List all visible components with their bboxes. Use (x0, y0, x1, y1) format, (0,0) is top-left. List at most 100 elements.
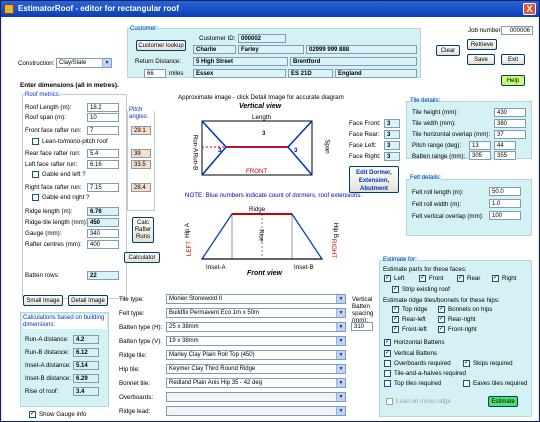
vertical-batten-spacing-field[interactable]: 310 (351, 322, 373, 331)
rafter-centres-field[interactable]: 400 (87, 240, 119, 249)
tile-details-title: Tile details: (410, 98, 441, 104)
left-face-field[interactable]: 6.16 (87, 160, 119, 169)
clear-button[interactable]: Clear (436, 45, 460, 56)
calc-rafter-runs-button[interactable]: Calc Rafter Runs (132, 217, 154, 243)
customer-id-field[interactable]: 000002 (238, 34, 286, 43)
bonnets-hips-checkbox[interactable]: ✓ (438, 306, 445, 313)
phone-field[interactable]: 02999 999 888 (306, 45, 417, 54)
batten-min-field[interactable]: 305 (469, 151, 491, 160)
chevron-down-icon: ▼ (336, 351, 345, 359)
left-face-checkbox[interactable]: ✓ (384, 275, 391, 282)
right-face-checkbox[interactable]: ✓ (492, 275, 499, 282)
rear-left-label: Rear-left (402, 316, 426, 323)
tile-halves-checkbox[interactable] (384, 370, 391, 377)
rear-face-checkbox[interactable]: ✓ (457, 275, 464, 282)
top-tiles-checkbox[interactable] (384, 380, 391, 387)
vertical-battens-checkbox[interactable]: ✓ (384, 350, 391, 357)
span-label: Span (323, 139, 331, 154)
hip-tile-select[interactable]: Keymer Clay Third Round Ridge ▼ (166, 364, 346, 374)
tile-overlap-label: Tile horizontal overlap (mm): (412, 131, 491, 138)
rear-right-checkbox[interactable]: ✓ (438, 316, 445, 323)
pitch-min-field[interactable]: 13 (469, 141, 491, 150)
felt-type-label: Felt type: (119, 310, 145, 317)
ridge-tile-label: Ridge-tile length (mm): (25, 219, 88, 226)
county-field[interactable]: Essex (193, 69, 286, 78)
front-left-checkbox[interactable]: ✓ (392, 326, 399, 333)
felt-type-select[interactable]: Buildfix Permavent Eco 1m x 50m ▼ (166, 308, 346, 318)
front-face-checkbox[interactable]: ✓ (419, 275, 426, 282)
small-image-button[interactable]: Small Image (23, 295, 63, 306)
right-label: RIGHT (330, 238, 338, 259)
tile-overlap-field[interactable]: 37 (494, 130, 526, 139)
skips-checkbox[interactable]: ✓ (463, 360, 470, 367)
last-name-field[interactable]: Farley (238, 45, 304, 54)
batten-h-select[interactable]: 25 x 38mm ▼ (166, 322, 346, 332)
felt-overlap-field[interactable]: 100 (489, 211, 521, 220)
eaves-tiles-checkbox[interactable] (463, 380, 470, 387)
construction-select[interactable]: Clay/Slate ▼ (56, 58, 112, 68)
right-face-field[interactable]: 7.15 (87, 183, 119, 192)
top-ridge-checkbox[interactable]: ✓ (392, 306, 399, 313)
first-name-field[interactable]: Charlie (193, 45, 236, 54)
tile-type-select[interactable]: Monier Stonewold II ▼ (166, 294, 346, 304)
front-right-checkbox[interactable]: ✓ (438, 326, 445, 333)
batten-v-select[interactable]: 19 x 38mm ▼ (166, 336, 346, 346)
overboards-select[interactable]: ▼ (166, 392, 346, 402)
left-face-check-label: Left (394, 275, 405, 282)
hip-b-label: Hip B (332, 222, 340, 239)
street-field[interactable]: 5 High Street (193, 57, 288, 66)
tile-width-field[interactable]: 380 (494, 119, 526, 128)
edit-dormer-button[interactable]: Edit Dormer, Extension, Abutment (349, 166, 399, 193)
retrieve-button[interactable]: Retrieve (467, 39, 497, 50)
postcode-field[interactable]: ES 21D (288, 69, 333, 78)
gable-right-checkbox[interactable] (32, 194, 39, 201)
face-front-field[interactable]: 3 (384, 119, 400, 128)
gable-left-checkbox[interactable] (32, 171, 39, 178)
ridge-length-field[interactable]: 6.76 (87, 207, 119, 216)
save-button[interactable]: Save (467, 54, 495, 65)
ridge-tile-field[interactable]: 450 (87, 218, 119, 227)
rear-left-checkbox[interactable]: ✓ (392, 316, 399, 323)
diagram-caption: Approximate image - click Detail Image f… (178, 94, 344, 101)
bonnet-tile-select[interactable]: Redland Plain Anis Hip 35 - 42 deg ▼ (166, 378, 346, 388)
rear-face-field[interactable]: 5.4 (87, 149, 119, 158)
client-area: Customer: Customer lookup Customer ID: 0… (2, 17, 538, 421)
front-face-field[interactable]: 7 (87, 126, 119, 135)
ridge-lead-select[interactable]: ▼ (166, 406, 346, 416)
felt-roll-length-label: Felt roll length (m): (412, 189, 464, 196)
country-field[interactable]: England (335, 69, 417, 78)
pitch-max-field[interactable]: 44 (494, 141, 516, 150)
front-label: FRONT (246, 168, 268, 175)
felt-roll-width-field[interactable]: 1.0 (489, 199, 521, 208)
face-left-field[interactable]: 3 (384, 141, 400, 150)
show-gauge-checkbox[interactable]: ✓ (29, 411, 36, 418)
help-button[interactable]: Help (501, 75, 525, 86)
felt-roll-length-field[interactable]: 50.0 (489, 187, 521, 196)
face-right-field[interactable]: 3 (384, 152, 400, 161)
calculator-button[interactable]: Calculator (124, 252, 160, 263)
batten-max-field[interactable]: 355 (494, 151, 516, 160)
pitch-right: 28.4 (131, 183, 151, 192)
distance-field[interactable]: 66 (144, 69, 166, 78)
lead-mono-checkbox[interactable] (386, 398, 393, 405)
estimate-button[interactable]: Estimate (488, 396, 518, 407)
face-right-label: Face Right: (349, 153, 381, 160)
close-button[interactable]: X (523, 3, 536, 15)
ridge-tile-select[interactable]: Marley Clay Plain Roll Top (450) ▼ (166, 350, 346, 360)
job-number-field[interactable]: 000006 (501, 26, 533, 35)
roof-length-field[interactable]: 18.2 (87, 103, 119, 112)
roof-span-field[interactable]: 10 (87, 113, 119, 122)
bonnet-tile-value: Redland Plain Anis Hip 35 - 42 deg (169, 380, 263, 386)
town-field[interactable]: Brentford (290, 57, 417, 66)
exit-button[interactable]: Exit (501, 54, 525, 65)
detail-image-button[interactable]: Detail Image (68, 295, 108, 306)
face-rear-field[interactable]: 3 (384, 130, 400, 139)
horizontal-battens-checkbox[interactable]: ✓ (384, 339, 391, 346)
overboards-checkbox[interactable] (384, 360, 391, 367)
strip-roof-checkbox[interactable]: ✓ (392, 286, 399, 293)
gauge-field[interactable]: 340 (87, 229, 119, 238)
customer-lookup-button[interactable]: Customer lookup (136, 40, 186, 51)
face-front-label: Face Front: (349, 120, 381, 127)
tile-height-field[interactable]: 430 (494, 108, 526, 117)
lean-to-checkbox[interactable] (32, 138, 39, 145)
